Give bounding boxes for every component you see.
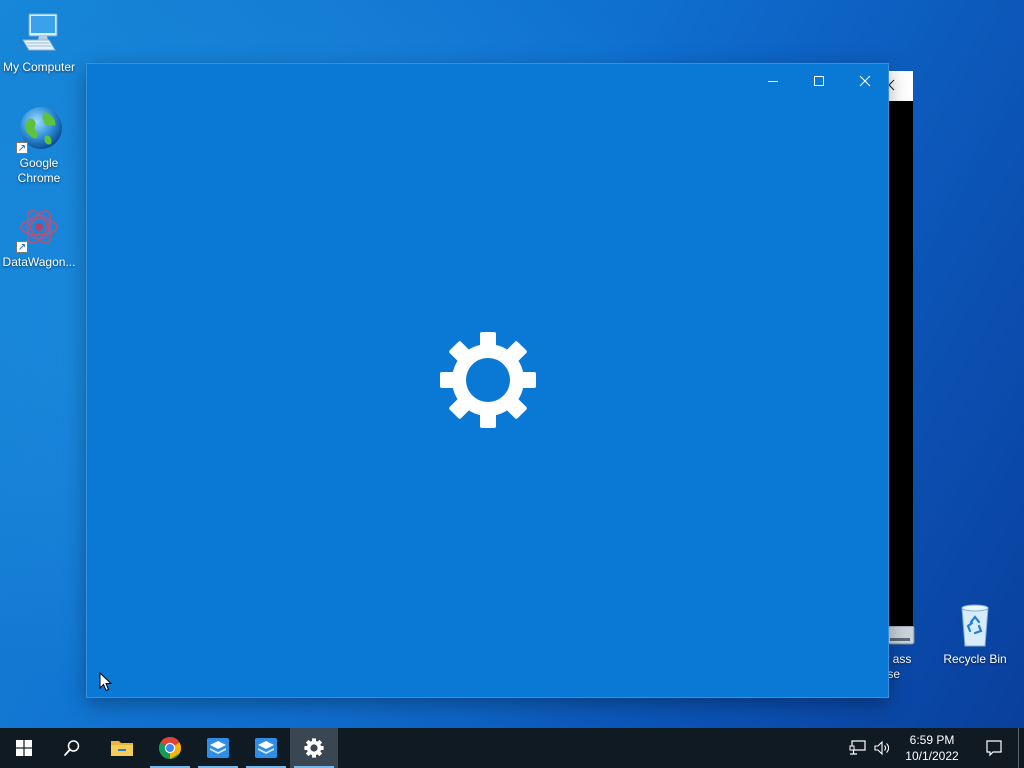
app-box-icon bbox=[207, 738, 229, 758]
volume-icon bbox=[874, 740, 889, 756]
desktop-icon-google-chrome[interactable]: ↗ Google Chrome bbox=[0, 106, 78, 186]
desktop-icon-recycle-bin[interactable]: Recycle Bin bbox=[936, 602, 1014, 667]
folder-icon bbox=[111, 741, 133, 756]
volume-button[interactable] bbox=[870, 728, 894, 768]
globe-icon: ↗ bbox=[15, 106, 63, 154]
taskbar: 6:59 PM 10/1/2022 bbox=[0, 728, 1024, 768]
shortcut-arrow-icon: ↗ bbox=[16, 142, 28, 154]
desktop-icon-datawagon[interactable]: ↗ DataWagon... bbox=[0, 205, 78, 270]
network-icon bbox=[849, 740, 866, 755]
desktop-icon-label: My Computer bbox=[2, 60, 76, 74]
maximize-icon bbox=[814, 75, 824, 86]
taskbar-app-1[interactable] bbox=[194, 728, 242, 768]
gear-icon bbox=[440, 332, 536, 428]
system-tray: 6:59 PM 10/1/2022 bbox=[846, 728, 1024, 768]
taskbar-settings[interactable] bbox=[290, 728, 338, 768]
clock[interactable]: 6:59 PM 10/1/2022 bbox=[894, 732, 970, 764]
maximize-button[interactable] bbox=[796, 64, 842, 97]
datawagon-icon: ↗ bbox=[15, 205, 63, 253]
mouse-cursor-icon bbox=[99, 672, 113, 692]
show-desktop-button[interactable] bbox=[1018, 728, 1024, 768]
chrome-icon bbox=[159, 737, 181, 759]
windows-logo-icon bbox=[16, 740, 32, 756]
app-box-icon bbox=[255, 738, 277, 758]
minimize-button[interactable] bbox=[750, 64, 796, 97]
desktop-icon-my-computer[interactable]: My Computer bbox=[0, 10, 78, 75]
taskbar-app-2[interactable] bbox=[242, 728, 290, 768]
search-icon bbox=[64, 740, 80, 756]
minimize-icon bbox=[768, 80, 778, 82]
clock-date: 10/1/2022 bbox=[905, 749, 959, 763]
gear-icon bbox=[304, 738, 324, 758]
close-button[interactable] bbox=[842, 64, 888, 97]
computer-icon bbox=[15, 10, 63, 58]
desktop: My Computer ↗ Google Chrome ↗ DataWagon.… bbox=[0, 0, 1024, 728]
desktop-icon-label: Google Chrome bbox=[17, 156, 61, 185]
taskbar-chrome[interactable] bbox=[146, 728, 194, 768]
close-icon bbox=[859, 75, 871, 86]
notification-icon bbox=[986, 740, 1002, 757]
network-button[interactable] bbox=[846, 728, 870, 768]
start-button[interactable] bbox=[0, 728, 48, 768]
desktop-icon-label: DataWagon... bbox=[2, 255, 76, 269]
desktop-icon-label: Recycle Bin bbox=[943, 652, 1007, 666]
shortcut-arrow-icon: ↗ bbox=[16, 241, 28, 253]
search-button[interactable] bbox=[48, 728, 96, 768]
action-center-button[interactable] bbox=[970, 728, 1018, 768]
taskbar-file-explorer[interactable] bbox=[98, 728, 146, 768]
settings-window[interactable] bbox=[87, 64, 888, 697]
recycle-bin-icon bbox=[951, 602, 999, 650]
clock-time: 6:59 PM bbox=[909, 733, 955, 747]
